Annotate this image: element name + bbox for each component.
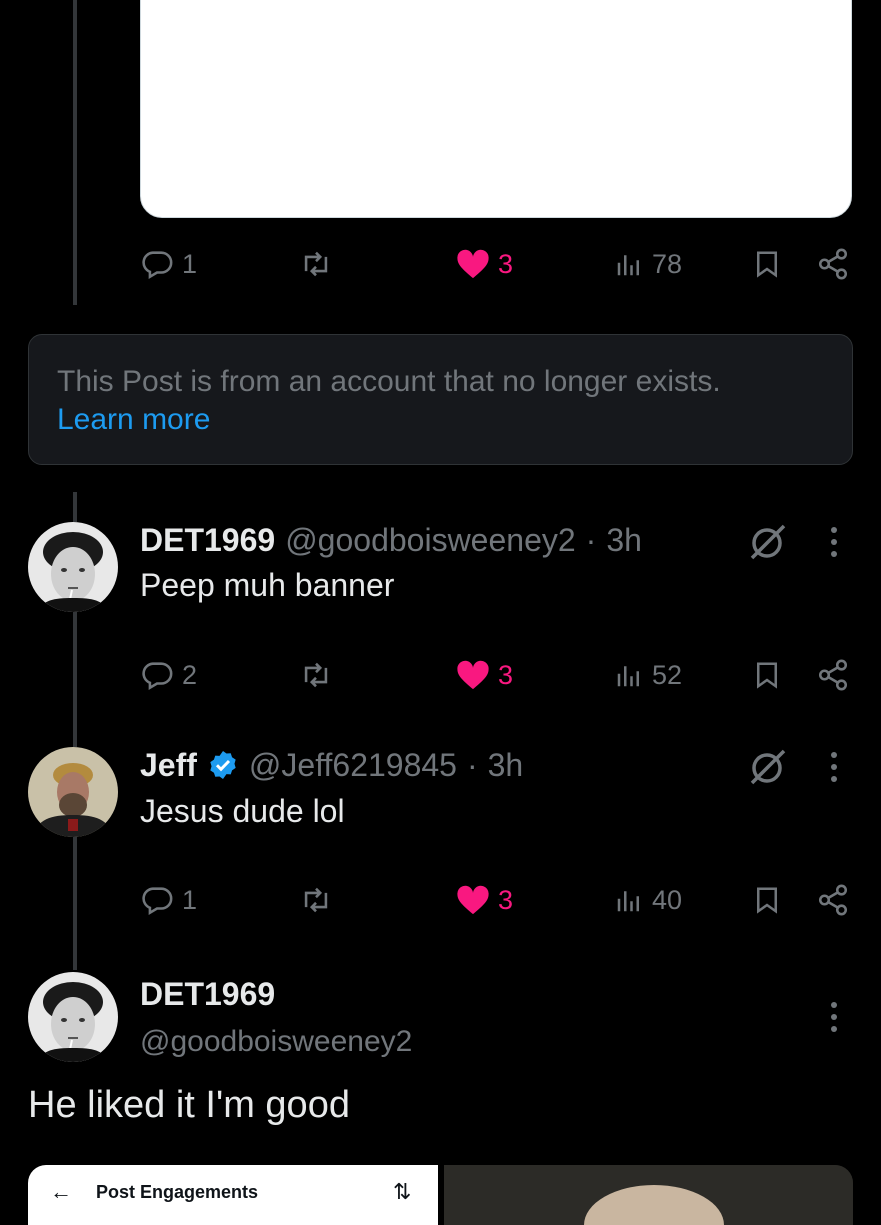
thread-line	[73, 0, 77, 305]
grok-icon[interactable]	[748, 747, 788, 787]
repost-button[interactable]	[298, 244, 334, 284]
reply-icon	[142, 887, 173, 916]
reply-count: 2	[182, 659, 198, 690]
repost-icon	[304, 887, 328, 913]
heart-icon	[457, 660, 489, 690]
learn-more-link[interactable]: Learn more	[57, 401, 824, 439]
reply-button[interactable]: 1	[140, 880, 197, 920]
views-icon	[617, 666, 639, 687]
like-count: 3	[498, 884, 514, 915]
attachment-screenshot[interactable]: ← Post Engagements ⇅	[28, 1165, 438, 1225]
user-handle[interactable]: @goodboisweeney2	[140, 1025, 412, 1059]
post-text: He liked it I'm good	[28, 1084, 350, 1126]
post-media-image[interactable]	[140, 0, 852, 218]
bookmark-button[interactable]	[752, 880, 782, 920]
reply-icon	[142, 662, 173, 691]
thread-line	[73, 835, 77, 970]
repost-button[interactable]	[298, 880, 334, 920]
share-icon	[818, 884, 848, 916]
reply-text: Peep muh banner	[140, 567, 395, 603]
like-count: 3	[498, 248, 514, 279]
share-button[interactable]	[816, 880, 850, 920]
like-button[interactable]: 3	[456, 244, 513, 284]
timestamp[interactable]: 3h	[606, 522, 642, 559]
repost-button[interactable]	[298, 655, 334, 695]
display-name[interactable]: DET1969	[140, 976, 275, 1013]
like-button[interactable]: 3	[456, 880, 513, 920]
attachment-photo[interactable]	[444, 1165, 853, 1225]
view-count: 78	[652, 248, 683, 279]
grok-icon[interactable]	[748, 522, 788, 562]
verified-badge-icon	[210, 751, 236, 779]
more-options-icon[interactable]	[826, 1000, 842, 1034]
views-icon	[617, 255, 639, 276]
like-button[interactable]: 3	[456, 655, 513, 695]
view-count: 40	[652, 884, 683, 915]
attachment-title: Post Engagements	[96, 1181, 259, 1202]
reply-button[interactable]: 2	[140, 655, 197, 695]
reply-count: 1	[182, 884, 198, 915]
thread-line	[73, 492, 77, 522]
view-count: 52	[652, 659, 683, 690]
user-handle[interactable]: @Jeff6219845	[249, 747, 457, 784]
share-button[interactable]	[816, 244, 850, 284]
reply-icon	[142, 251, 173, 280]
back-arrow-icon[interactable]: ←	[50, 1179, 72, 1205]
heart-icon	[457, 249, 489, 279]
more-options-icon[interactable]	[826, 525, 842, 559]
bookmark-icon	[757, 887, 777, 914]
post-actions: 1 3 78	[140, 244, 852, 284]
bookmark-icon	[757, 662, 777, 689]
post-actions: 1 3 40	[140, 880, 852, 920]
deleted-account-notice: This Post is from an account that no lon…	[28, 334, 853, 465]
reply-header: DET1969 @goodboisweeney2 · 3h	[140, 518, 642, 562]
reply-header: Jeff @Jeff6219845 · 3h	[140, 743, 523, 787]
views-icon	[617, 891, 639, 912]
separator-dot: ·	[585, 521, 597, 558]
timestamp[interactable]: 3h	[488, 747, 524, 784]
thread-line	[73, 612, 77, 747]
share-button[interactable]	[816, 655, 850, 695]
display-name[interactable]: DET1969	[140, 522, 275, 559]
views-button[interactable]: 52	[614, 655, 682, 695]
avatar[interactable]	[28, 747, 118, 837]
repost-icon	[304, 251, 328, 277]
display-name[interactable]: Jeff	[140, 747, 197, 784]
reply-count: 1	[182, 248, 198, 279]
bookmark-icon	[757, 251, 777, 278]
notice-text: This Post is from an account that no lon…	[57, 365, 721, 398]
repost-icon	[304, 662, 328, 688]
avatar[interactable]	[28, 972, 118, 1062]
bookmark-button[interactable]	[752, 244, 782, 284]
avatar[interactable]	[28, 522, 118, 612]
share-icon	[818, 248, 848, 280]
user-handle[interactable]: @goodboisweeney2	[285, 522, 575, 559]
reply-text: Jesus dude lol	[140, 793, 345, 829]
like-count: 3	[498, 659, 514, 690]
separator-dot: ·	[466, 746, 478, 783]
bookmark-button[interactable]	[752, 655, 782, 695]
more-options-icon[interactable]	[826, 750, 842, 784]
heart-icon	[457, 885, 489, 915]
sort-icon[interactable]: ⇅	[393, 1179, 411, 1205]
views-button[interactable]: 40	[614, 880, 682, 920]
reply-button[interactable]: 1	[140, 244, 197, 284]
post-actions: 2 3 52	[140, 655, 852, 695]
share-icon	[818, 659, 848, 691]
views-button[interactable]: 78	[614, 244, 682, 284]
